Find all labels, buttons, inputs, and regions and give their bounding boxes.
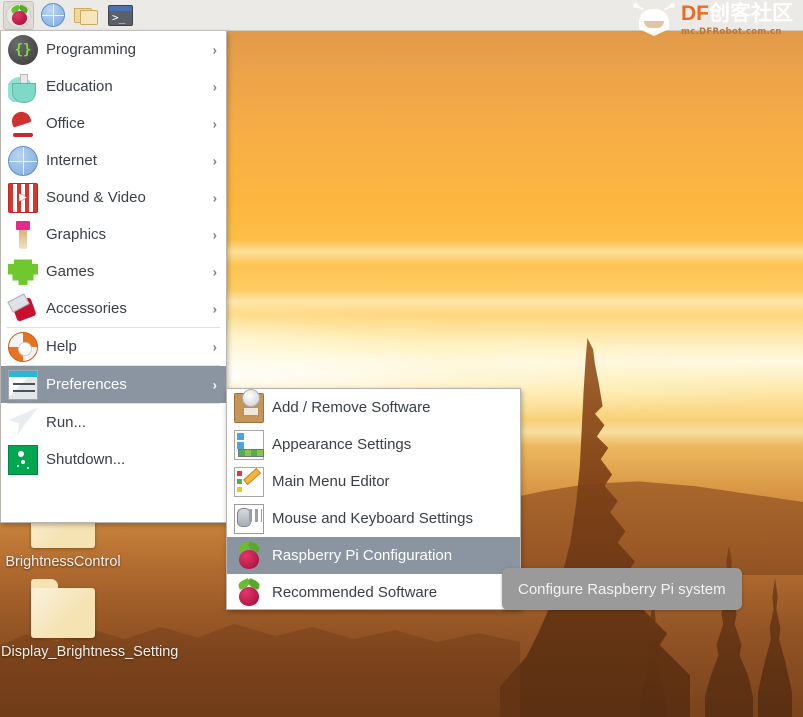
menu-item-education[interactable]: Education › <box>1 68 226 105</box>
watermark-brand-cn: 创客社区 <box>709 2 793 26</box>
taskbar-button-terminal[interactable] <box>105 1 136 30</box>
desktop-icon-label: Display_Brightness_Setting <box>1 644 179 660</box>
popcorn-icon <box>8 182 38 213</box>
menu-item-programming[interactable]: Programming › <box>1 31 226 68</box>
watermark-url: mc.DFRobot.com.cn <box>681 27 782 38</box>
sliders-icon <box>8 369 38 400</box>
taskbar-button-raspberry-menu[interactable] <box>3 0 34 30</box>
paper-plane-icon <box>8 407 38 436</box>
menu-item-games[interactable]: Games › <box>1 253 226 290</box>
menu-item-label: Help <box>46 338 77 355</box>
menu-item-label: Programming <box>46 41 137 58</box>
dfrobot-watermark: DF创客社区 mc.DFRobot.com.cn <box>633 0 799 40</box>
submenu-item-raspberry-pi-configuration[interactable]: Raspberry Pi Configuration <box>227 537 520 574</box>
mouse-keyboard-icon <box>234 503 264 534</box>
braces-icon <box>8 34 38 65</box>
paintbrush-icon <box>8 220 38 250</box>
submenu-item-add-remove-software[interactable]: Add / Remove Software <box>227 388 520 426</box>
globe-icon <box>40 3 65 27</box>
menu-item-accessories[interactable]: Accessories › <box>1 290 226 327</box>
menu-item-label: Internet <box>46 152 97 169</box>
chevron-right-icon: › <box>212 301 217 316</box>
folder-icon <box>74 5 99 25</box>
palette-icon <box>234 429 264 460</box>
chevron-right-icon: › <box>212 190 217 205</box>
submenu-item-main-menu-editor[interactable]: Main Menu Editor <box>227 463 520 500</box>
exit-runner-icon <box>8 444 38 475</box>
terminal-icon <box>108 4 133 26</box>
chevron-right-icon: › <box>212 227 217 242</box>
menu-edit-icon <box>234 466 264 497</box>
raspberry-pi-icon <box>6 2 31 28</box>
submenu-item-label: Appearance Settings <box>272 436 412 453</box>
submenu-item-label: Main Menu Editor <box>272 473 390 490</box>
menu-item-label: Run... <box>46 414 87 431</box>
chevron-right-icon: › <box>212 377 217 392</box>
menu-item-label: Graphics <box>46 226 107 243</box>
chevron-right-icon: › <box>212 264 217 279</box>
submenu-item-label: Add / Remove Software <box>272 399 431 416</box>
space-invader-icon <box>8 259 38 285</box>
submenu-item-mouse-and-keyboard-settings[interactable]: Mouse and Keyboard Settings <box>227 500 520 537</box>
menu-item-preferences[interactable]: Preferences › <box>1 366 226 403</box>
submenu-item-recommended-software[interactable]: Recommended Software <box>227 574 520 611</box>
software-box-icon <box>234 388 264 423</box>
desk-lamp-icon <box>8 109 38 139</box>
menu-item-graphics[interactable]: Graphics › <box>1 216 226 253</box>
chevron-right-icon: › <box>212 153 217 168</box>
chevron-right-icon: › <box>212 116 217 131</box>
desktop-icon-label: BrightnessControl <box>5 554 121 570</box>
menu-item-label: Preferences <box>46 376 127 393</box>
raspberry-pi-icon <box>234 540 264 571</box>
chevron-right-icon: › <box>212 42 217 57</box>
lifebuoy-icon <box>8 331 38 362</box>
menu-item-run[interactable]: Run... <box>1 404 226 441</box>
menu-item-sound-and-video[interactable]: Sound & Video › <box>1 179 226 216</box>
flask-icon <box>8 71 38 103</box>
menu-item-label: Shutdown... <box>46 451 126 468</box>
menu-item-help[interactable]: Help › <box>1 328 226 365</box>
preferences-submenu: Add / Remove Software Appearance Setting… <box>226 388 521 610</box>
menu-item-label: Education <box>46 78 113 95</box>
globe-icon <box>8 145 38 176</box>
menu-item-label: Games <box>46 263 95 280</box>
menu-item-label: Office <box>46 115 85 132</box>
chevron-right-icon: › <box>212 339 217 354</box>
menu-item-internet[interactable]: Internet › <box>1 142 226 179</box>
submenu-item-appearance-settings[interactable]: Appearance Settings <box>227 426 520 463</box>
menu-item-label: Sound & Video <box>46 189 146 206</box>
taskbar-button-web-browser[interactable] <box>37 1 68 30</box>
tooltip-text: Configure Raspberry Pi system <box>518 580 726 598</box>
submenu-item-label: Mouse and Keyboard Settings <box>272 510 473 527</box>
tooltip: Configure Raspberry Pi system <box>502 568 742 610</box>
menu-item-office[interactable]: Office › <box>1 105 226 142</box>
swiss-knife-icon <box>8 294 38 324</box>
taskbar-button-file-manager[interactable] <box>71 1 102 30</box>
menu-item-label: Accessories <box>46 300 127 317</box>
submenu-item-label: Recommended Software <box>272 584 438 601</box>
raspberry-pi-icon <box>234 577 264 608</box>
submenu-item-label: Raspberry Pi Configuration <box>272 547 453 564</box>
robot-head-icon <box>633 3 675 37</box>
desktop-icon-display-brightness-setting[interactable]: Display_Brightness_Setting <box>1 579 179 663</box>
main-menu: Programming › Education › Office › Inter… <box>0 31 227 523</box>
menu-item-shutdown[interactable]: Shutdown... <box>1 441 226 478</box>
folder-icon <box>31 579 95 638</box>
chevron-right-icon: › <box>212 79 217 94</box>
watermark-brand-df: DF <box>681 2 709 26</box>
